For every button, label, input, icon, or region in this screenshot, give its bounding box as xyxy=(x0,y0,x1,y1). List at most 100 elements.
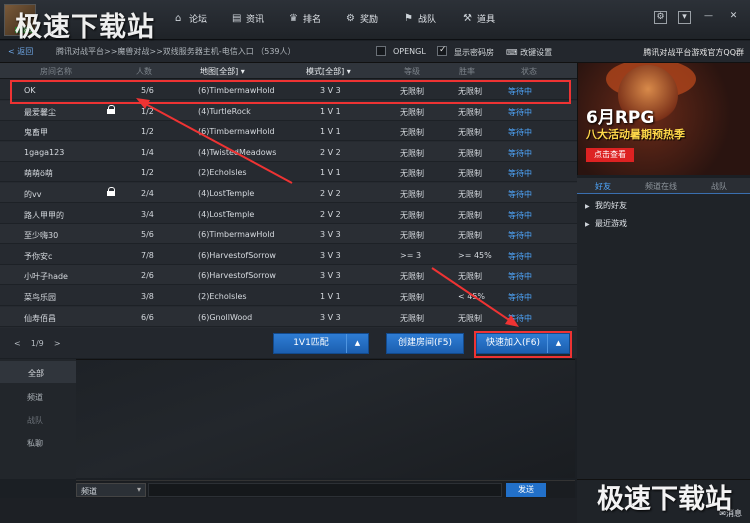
chat-tab-all[interactable]: 全部 xyxy=(0,361,76,383)
table-row[interactable]: 鬼畜甲 1/2 (6)TimbermawHold 1 V 1 无限制 无限制 等待中 xyxy=(0,121,577,142)
nav-forum[interactable]: ⌂ 论坛 xyxy=(175,12,207,25)
cell-room-name: 萌萌ö萌 xyxy=(24,169,53,179)
cell-mode: 3 V 3 xyxy=(320,250,341,260)
nav-label: 论坛 xyxy=(189,15,208,25)
cell-count: 3/4 xyxy=(141,209,154,219)
banner-cta-button[interactable]: 点击查看 xyxy=(586,148,634,162)
match-1v1-label: 1V1匹配 xyxy=(293,338,329,348)
tab-team[interactable]: 战队 xyxy=(711,181,727,192)
watermark-bottom: 极速下载站 xyxy=(597,484,732,515)
column-count[interactable]: 人数 xyxy=(136,66,152,77)
message-input[interactable] xyxy=(148,483,502,497)
send-button[interactable]: 发送 xyxy=(506,483,546,497)
table-row[interactable]: 仙寿佰昌 6/6 (6)GnollWood 3 V 3 无限制 无限制 等待中 xyxy=(0,306,577,327)
cell-map: (4)TwistedMeadows xyxy=(198,147,277,157)
nav-item[interactable]: ⚒ 道具 xyxy=(463,12,495,25)
pager: < 1/9 > xyxy=(14,339,61,348)
tab-channel-online[interactable]: 频道在线 xyxy=(645,181,677,192)
column-room-name[interactable]: 房间名称 xyxy=(40,66,72,77)
online-count: （539人） xyxy=(256,47,296,56)
friend-group-label: 我的好友 xyxy=(595,201,627,210)
table-row[interactable]: 的vv 2/4 (4)LostTemple 2 V 2 无限制 无限制 等待中 xyxy=(0,183,577,203)
cell-map: (6)TimbermawHold xyxy=(198,230,275,240)
table-row[interactable]: 1gaga123 1/4 (4)TwistedMeadows 2 V 2 无限制 无限制 等… xyxy=(0,141,577,162)
cell-map: (6)GnollWood xyxy=(198,312,253,322)
cell-status: 等待中 xyxy=(508,190,532,199)
cell-winrate: 无限制 xyxy=(458,190,482,199)
chevron-right-icon: ▶ xyxy=(585,203,590,210)
bottom-strip xyxy=(0,498,577,523)
qq-group-link[interactable]: 腾讯对战平台游戏官方QQ群 xyxy=(643,47,744,58)
chat-tab-team[interactable]: 战队 xyxy=(0,408,76,430)
opengl-checkbox[interactable] xyxy=(376,46,386,56)
news-icon: ▤ xyxy=(232,13,242,24)
settings-button[interactable]: ⚙ xyxy=(654,11,667,24)
prev-page-button[interactable]: < xyxy=(14,339,21,348)
forum-icon: ⌂ xyxy=(175,13,182,24)
channel-select[interactable]: 频道 xyxy=(76,483,146,497)
column-status[interactable]: 状态 xyxy=(521,66,537,77)
cell-count: 3/8 xyxy=(141,292,154,301)
cell-mode: 1 V 1 xyxy=(320,292,341,301)
cell-mode: 2 V 2 xyxy=(320,189,341,198)
breadcrumb: < 返回 腾讯对战平台>>魔兽对战>>双线服务器主机-电信入口 （539人） O… xyxy=(0,41,750,63)
cell-mode: 2 V 2 xyxy=(320,209,341,219)
chat-tab-channel[interactable]: 频道 xyxy=(0,385,76,407)
column-mode-filter[interactable]: 模式[全部] ▾ xyxy=(306,66,351,77)
cell-count: 2/4 xyxy=(141,189,154,198)
cell-level: >= 3 xyxy=(400,250,422,260)
chat-tab-private[interactable]: 私聊 xyxy=(0,431,76,453)
cell-count: 2/6 xyxy=(141,271,154,281)
table-row[interactable]: 菜鸟乐园 3/8 (2)EchoIsles 1 V 1 无限制 < 45% 等待中 xyxy=(0,286,577,306)
banner-title: 6月RPG xyxy=(586,108,655,128)
column-level[interactable]: 等级 xyxy=(404,66,420,77)
column-map-label: 地图[全部] xyxy=(200,67,239,76)
friend-group-label: 最近游戏 xyxy=(595,219,627,228)
minimize-button[interactable]: — xyxy=(702,11,715,24)
change-keys-button[interactable]: ⌨ 改键设置 xyxy=(506,47,552,58)
next-page-button[interactable]: > xyxy=(54,339,61,348)
cell-status: 等待中 xyxy=(508,210,532,220)
reward-icon: ⚙ xyxy=(346,13,355,24)
nav-label: 奖励 xyxy=(360,15,379,25)
promo-banner[interactable]: 6月RPG 八大活动暑期预热季 点击查看 xyxy=(577,63,750,175)
cell-mode: 3 V 3 xyxy=(320,230,341,240)
cell-count: 5/6 xyxy=(141,230,154,240)
nav-reward[interactable]: ⚙ 奖励 xyxy=(346,12,378,25)
nav-team[interactable]: ⚑ 战队 xyxy=(404,12,436,25)
table-row[interactable]: 予你安c 7/8 (6)HarvestofSorrow 3 V 3 >= 3 >= 45%… xyxy=(0,245,577,265)
nav-ranking[interactable]: ♛ 排名 xyxy=(289,12,321,25)
cell-room-name: 菜鸟乐园 xyxy=(24,293,56,302)
cell-mode: 3 V 3 xyxy=(320,271,341,281)
cell-status: 等待中 xyxy=(508,293,532,302)
close-button[interactable]: ✕ xyxy=(727,11,740,24)
table-row[interactable]: 至少嗨30 5/6 (6)TimbermawHold 3 V 3 无限制 无限制 等待中 xyxy=(0,224,577,245)
show-password-rooms-label: 显示密码房 xyxy=(454,48,494,57)
back-button[interactable]: < 返回 xyxy=(8,46,33,57)
cell-room-name: 路人甲甲的 xyxy=(24,210,64,220)
table-row[interactable]: 萌萌ö萌 1/2 (2)EchoIsles 1 V 1 无限制 无限制 等待中 xyxy=(0,162,577,183)
column-map-filter[interactable]: 地图[全部] ▾ xyxy=(200,66,245,77)
nav-news[interactable]: ▤ 资讯 xyxy=(232,12,264,25)
cell-winrate: >= 45% xyxy=(458,250,492,260)
table-row[interactable]: 路人甲甲的 3/4 (4)LostTemple 2 V 2 无限制 无限制 等待中 xyxy=(0,204,577,224)
table-row[interactable]: 小叶子hade 2/6 (6)HarvestofSorrow 3 V 3 无限制 无限制 等… xyxy=(0,265,577,286)
friend-group-my-friends[interactable]: ▶ 我的好友 xyxy=(585,200,627,211)
cell-map: (6)HarvestofSorrow xyxy=(198,271,276,281)
close-icon: ✕ xyxy=(729,11,738,21)
chat-input-bar: 频道 发送 xyxy=(76,480,575,498)
create-room-button[interactable]: 创建房间(F5) xyxy=(386,333,464,354)
cell-map: (2)EchoIsles xyxy=(198,168,247,178)
match-1v1-button[interactable]: 1V1匹配 ▲ xyxy=(273,333,369,354)
friend-group-recent[interactable]: ▶ 最近游戏 xyxy=(585,218,627,229)
cell-level: 无限制 xyxy=(400,190,424,199)
cell-status: 等待中 xyxy=(508,107,532,117)
tab-friends[interactable]: 好友 xyxy=(595,181,611,192)
cell-winrate: 无限制 xyxy=(458,107,482,117)
column-winrate[interactable]: 胜率 xyxy=(459,66,475,77)
show-password-rooms-checkbox[interactable] xyxy=(437,45,447,56)
breadcrumb-path-text: 腾讯对战平台>>魔兽对战>>双线服务器主机-电信入口 xyxy=(56,47,254,56)
menu-button[interactable]: ▾ xyxy=(678,11,691,24)
cell-winrate: 无限制 xyxy=(458,313,482,323)
match-dropdown-icon[interactable]: ▲ xyxy=(346,334,368,353)
